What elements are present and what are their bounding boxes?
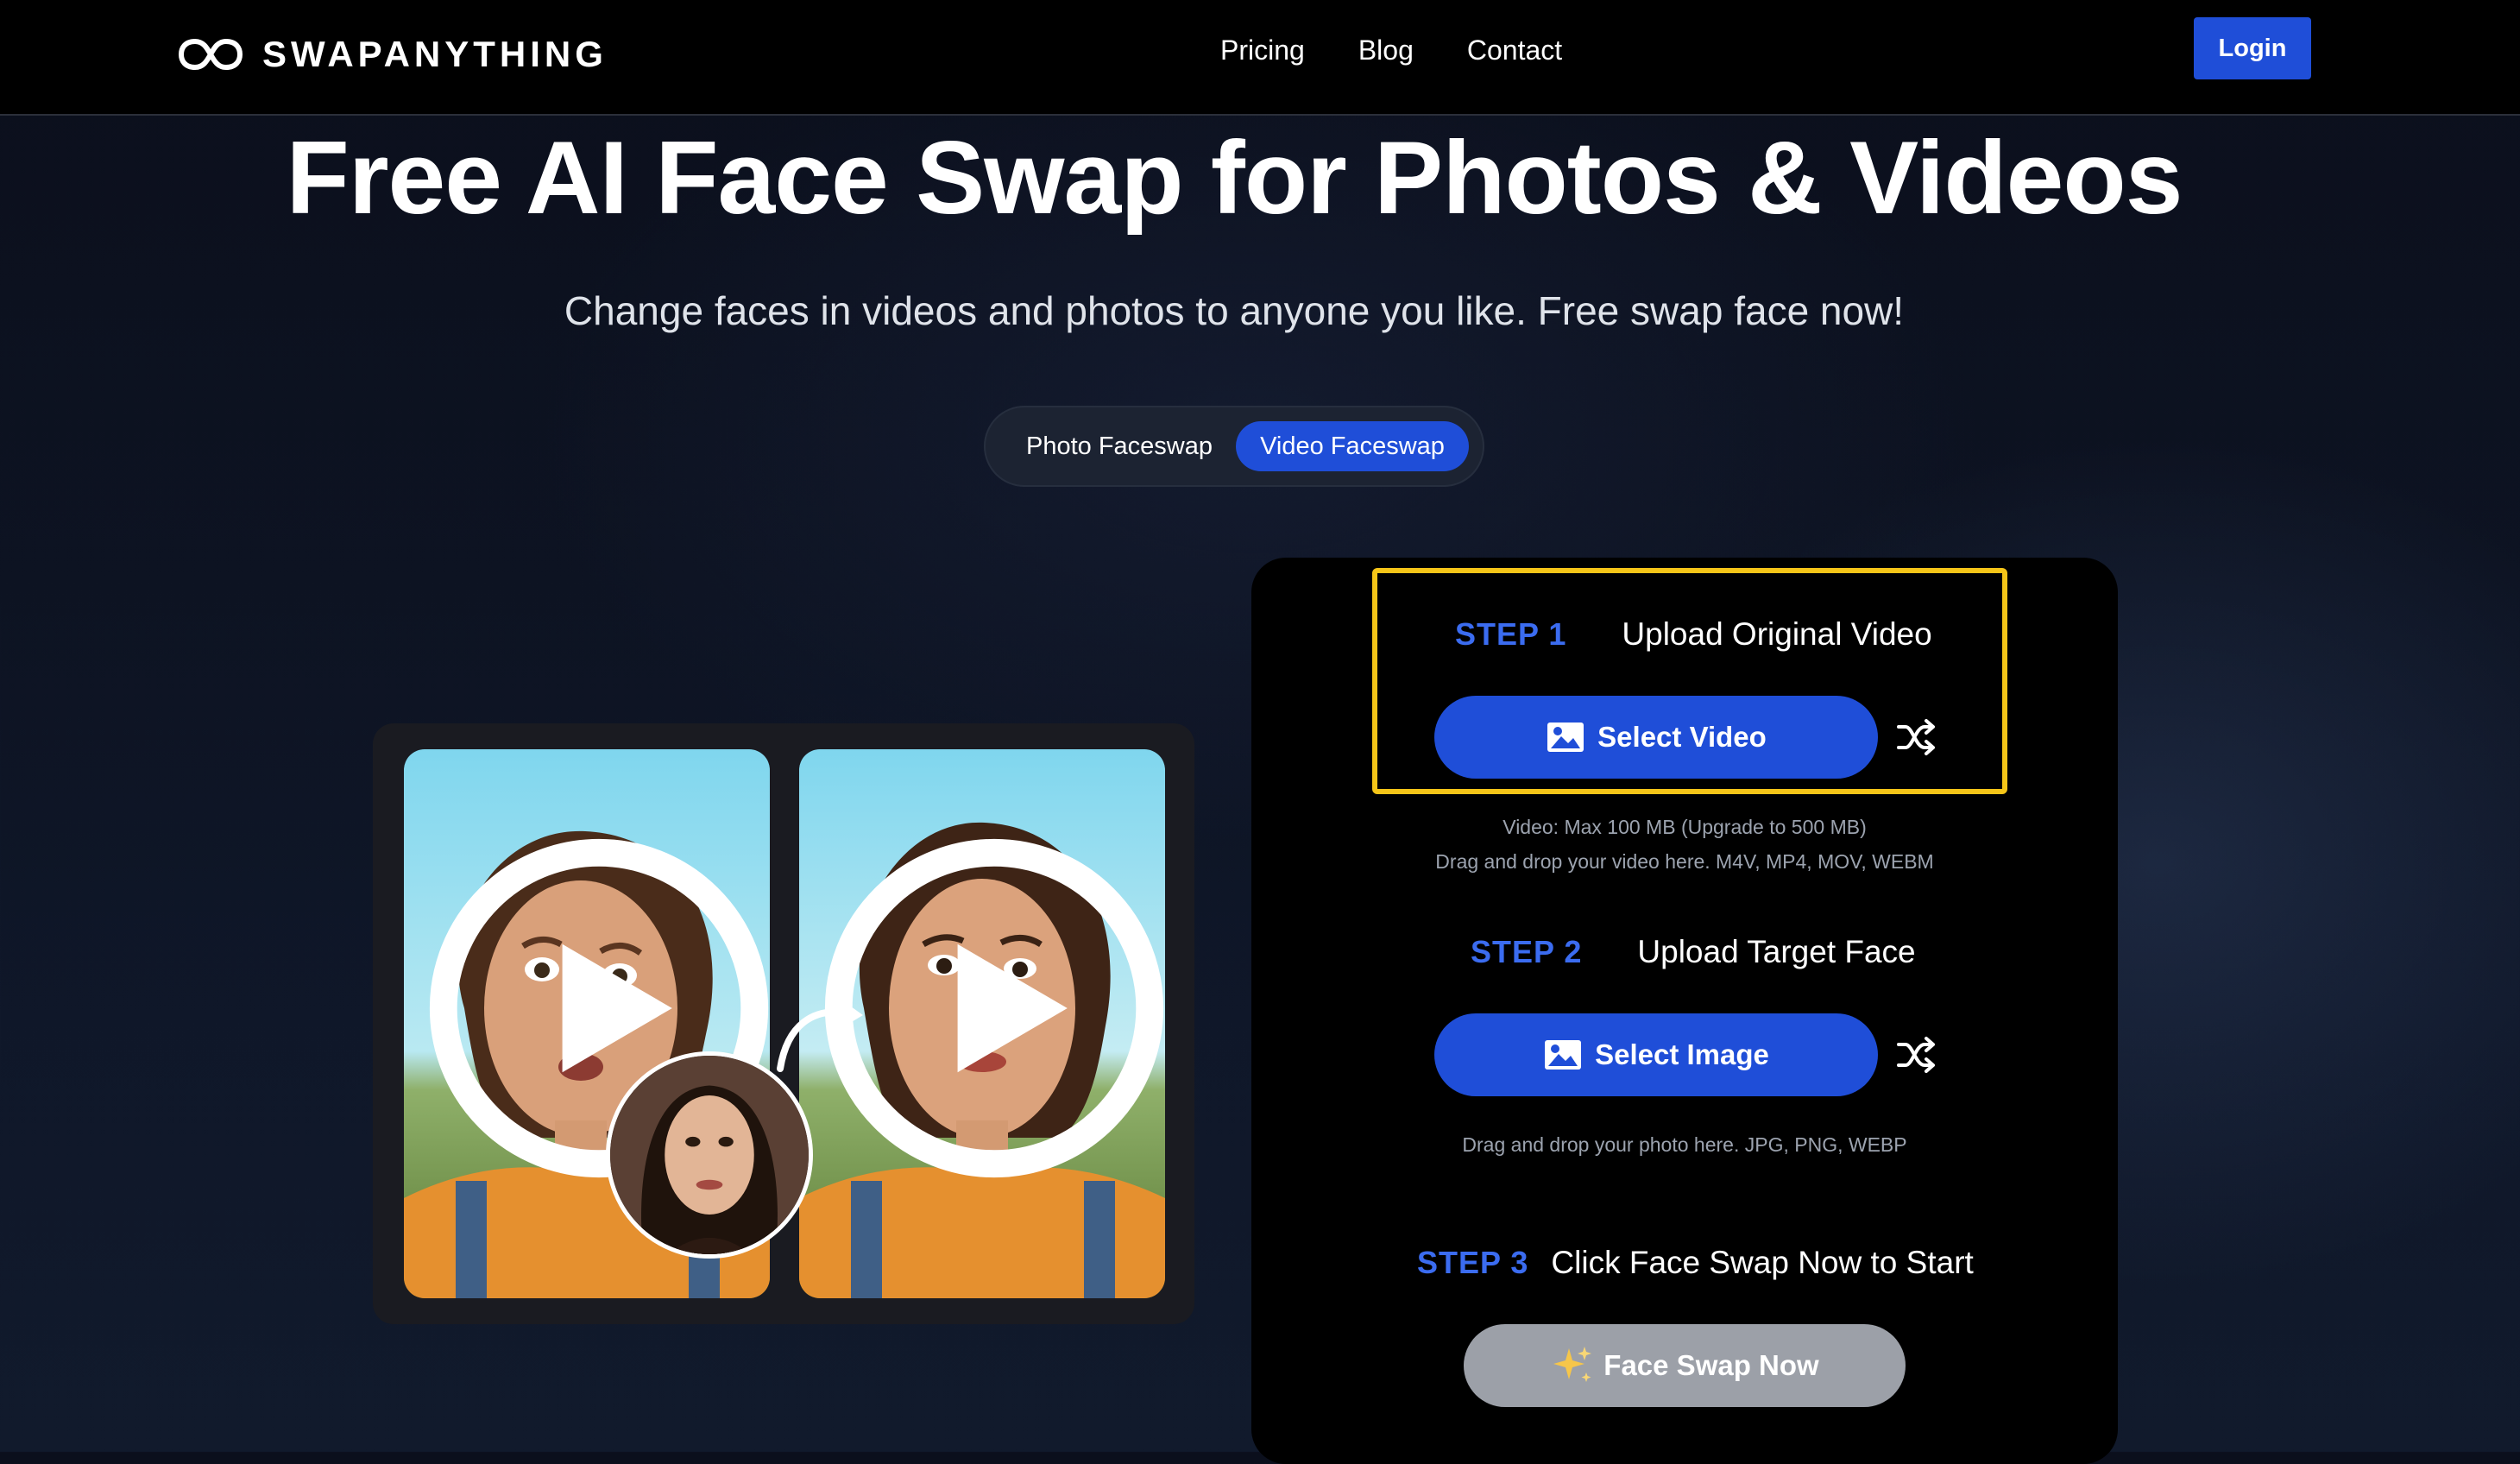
target-face-illustration (610, 1056, 809, 1254)
infinity-logo-icon (179, 39, 243, 70)
nav-link-pricing[interactable]: Pricing (1220, 31, 1305, 69)
tab-photo-faceswap[interactable]: Photo Faceswap (1006, 421, 1232, 471)
page-subtitle: Change faces in videos and photos to any… (564, 288, 1905, 333)
select-image-label: Select Image (1595, 1038, 1769, 1070)
image-icon (1547, 723, 1584, 752)
mode-toggle: Photo Faceswap Video Faceswap (984, 406, 1484, 487)
face-swap-now-label: Face Swap Now (1603, 1349, 1819, 1381)
step-3-title: Click Face Swap Now to Start (1551, 1245, 1974, 1280)
video-size-hint: Video: Max 100 MB (Upgrade to 500 MB) (1503, 816, 1867, 838)
target-face-avatar (606, 1051, 813, 1259)
swap-arrow-icon (777, 998, 863, 1072)
step-2-heading: STEP 2 Upload Target Face (1471, 934, 1916, 970)
nav-link-blog[interactable]: Blog (1358, 31, 1414, 69)
step-2-label: STEP 2 (1471, 934, 1583, 969)
example-preview-card (373, 723, 1194, 1324)
face-swap-now-button[interactable]: Face Swap Now (1464, 1324, 1906, 1407)
select-video-button[interactable]: Select Video (1434, 696, 1878, 779)
main-nav: Pricing Blog Contact (1220, 31, 1562, 69)
brand-name: SWAPANYTHING (262, 34, 608, 74)
step-1-heading: STEP 1 Upload Original Video (1455, 616, 1932, 653)
select-video-label: Select Video (1597, 721, 1767, 753)
brand-logo[interactable]: SWAPANYTHING (178, 33, 608, 76)
shuffle-icon[interactable] (1895, 1036, 1937, 1074)
shuffle-icon[interactable] (1895, 718, 1937, 756)
image-icon (1545, 1040, 1582, 1070)
tab-video-faceswap[interactable]: Video Faceswap (1236, 421, 1469, 471)
video-format-hint: Drag and drop your video here. M4V, MP4,… (1435, 850, 1934, 873)
nav-link-contact[interactable]: Contact (1467, 31, 1562, 69)
step-1-label: STEP 1 (1455, 616, 1567, 652)
sparkle-icon (1553, 1347, 1592, 1382)
step-2-title: Upload Target Face (1637, 934, 1916, 969)
page-title: Free AI Face Swap for Photos & Videos (286, 120, 2183, 236)
step-3-heading: STEP 3 Click Face Swap Now to Start (1417, 1245, 1974, 1281)
login-button[interactable]: Login (2194, 17, 2311, 79)
step-1-title: Upload Original Video (1622, 616, 1932, 652)
top-nav-bar: SWAPANYTHING Pricing Blog Contact Login (0, 0, 2520, 116)
select-image-button[interactable]: Select Image (1434, 1013, 1878, 1096)
step-3-label: STEP 3 (1417, 1245, 1529, 1280)
photo-format-hint: Drag and drop your photo here. JPG, PNG,… (1462, 1133, 1907, 1156)
